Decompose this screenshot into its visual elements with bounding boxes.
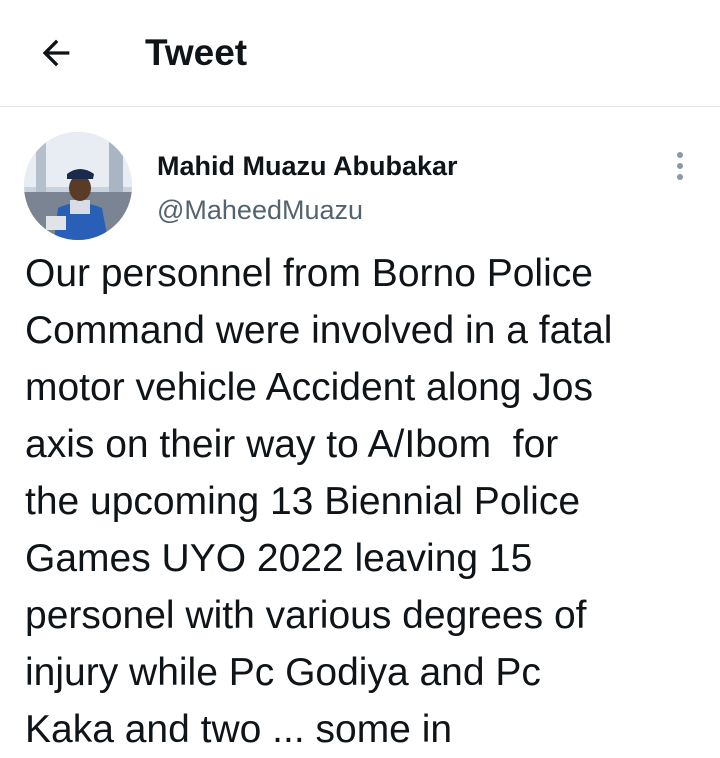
author-handle[interactable]: @MaheedMuazu [157, 194, 363, 226]
arrow-left-icon [42, 39, 70, 67]
more-vertical-icon [677, 152, 683, 158]
author-display-name[interactable]: Mahid Muazu Abubakar [157, 150, 458, 182]
more-options-button[interactable] [664, 146, 696, 186]
more-vertical-icon-dot [677, 174, 683, 180]
tweet-text: Our personnel from Borno Police Command … [25, 252, 613, 751]
page-title: Tweet [145, 32, 248, 73]
more-vertical-icon-dot [677, 163, 683, 169]
tweet-header: Tweet [0, 0, 720, 107]
user-avatar-image [24, 132, 132, 240]
back-button[interactable] [30, 30, 82, 76]
avatar[interactable] [24, 132, 132, 240]
